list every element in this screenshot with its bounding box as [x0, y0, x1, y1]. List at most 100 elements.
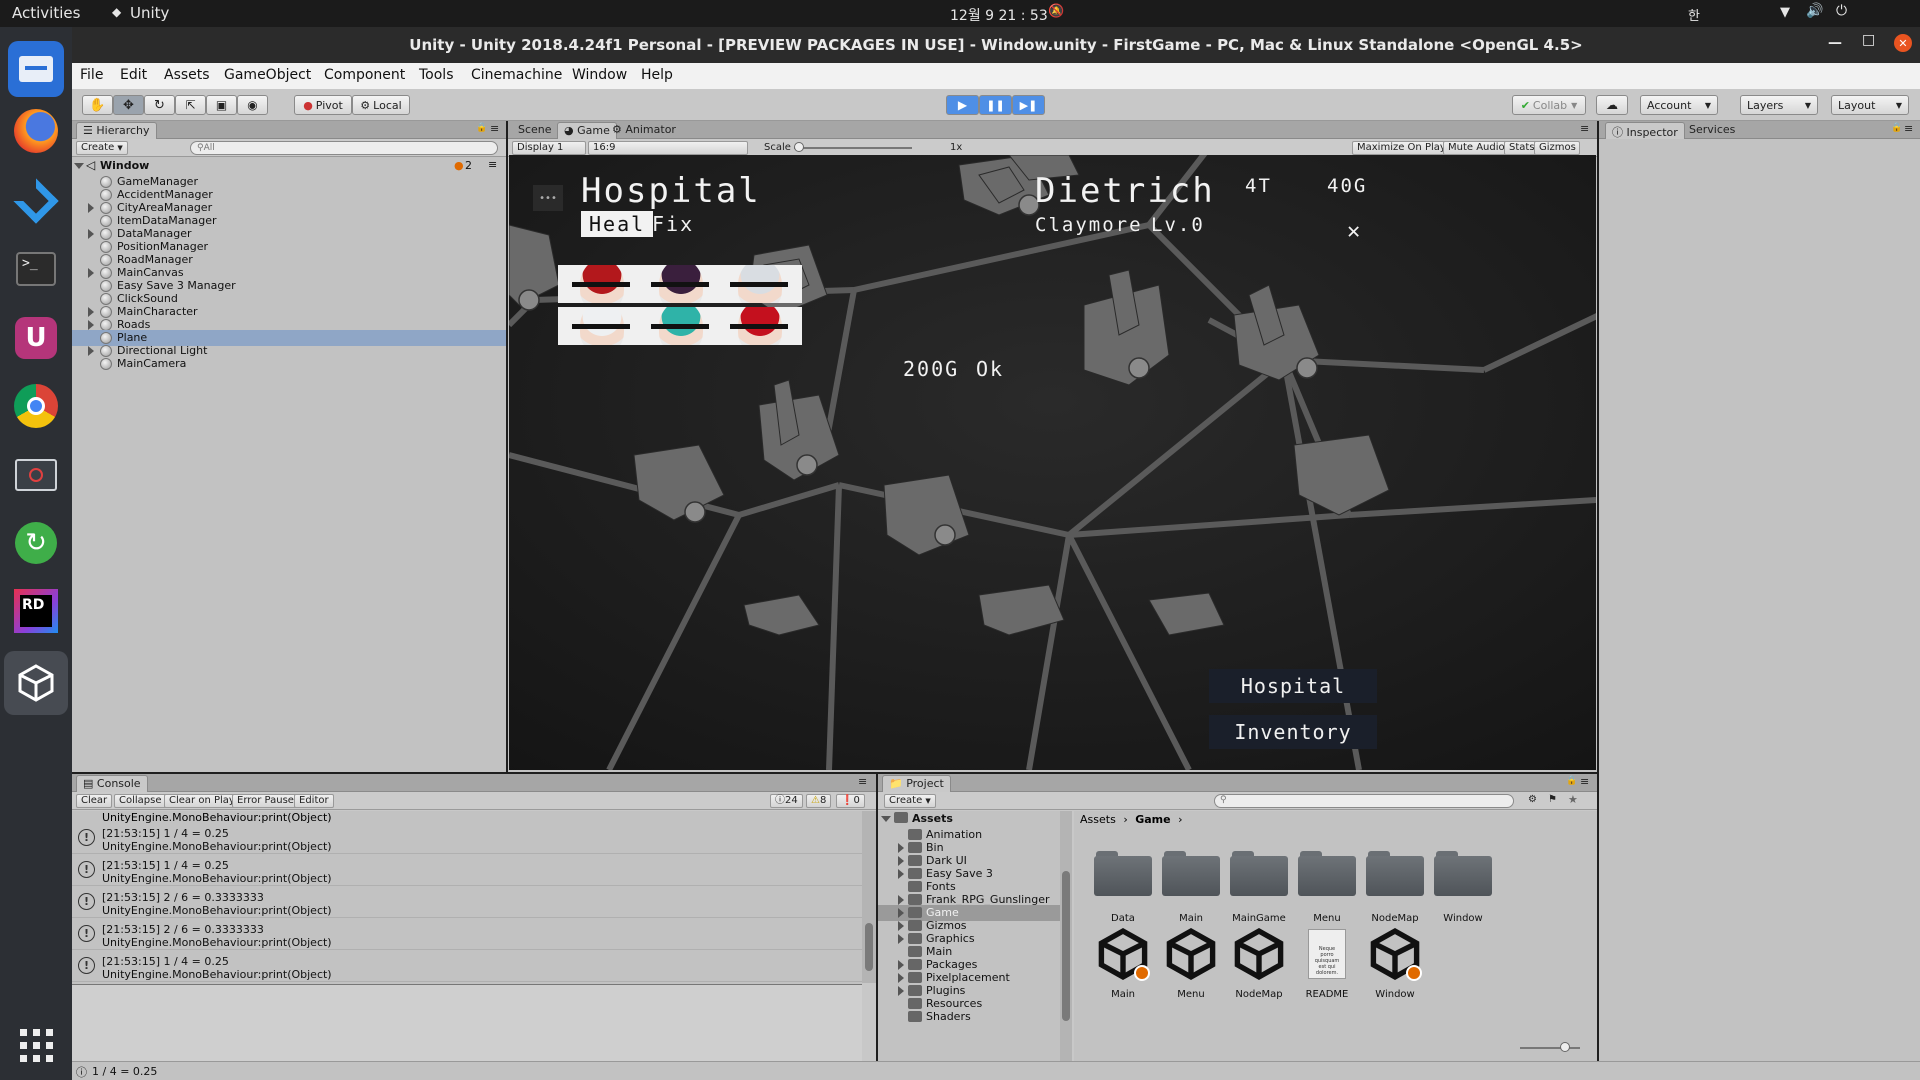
scale-slider-thumb[interactable]: [794, 142, 804, 152]
game-render-area[interactable]: ••• Hospital Heal Fix Dietrich Claymore …: [509, 155, 1596, 770]
layout-dropdown[interactable]: Layout ▼: [1831, 95, 1909, 115]
tab-services[interactable]: Services: [1683, 122, 1741, 139]
gizmos-dropdown[interactable]: Gizmos: [1534, 141, 1580, 155]
pivot-toggle[interactable]: ● Pivot: [294, 95, 352, 115]
tab-animator[interactable]: ⚙ Animator: [606, 122, 682, 139]
menu-tools[interactable]: Tools: [419, 67, 454, 83]
tab-scene[interactable]: Scene: [512, 122, 558, 139]
expand-arrow-icon[interactable]: [88, 320, 94, 330]
expand-arrow-icon[interactable]: [898, 843, 904, 853]
unity-scene-icon[interactable]: [1164, 927, 1218, 981]
panel-menu-icon[interactable]: ≡: [1580, 122, 1589, 135]
expand-arrow-icon[interactable]: [88, 229, 94, 239]
expand-arrow-icon[interactable]: [898, 895, 904, 905]
editor-dropdown[interactable]: Editor: [294, 794, 334, 808]
expand-arrow-icon[interactable]: [898, 960, 904, 970]
unity-scene-icon[interactable]: [1096, 927, 1150, 981]
hierarchy-create-button[interactable]: Create ▼: [76, 141, 128, 155]
tree-scroll-thumb[interactable]: [1062, 871, 1070, 1021]
minimize-icon[interactable]: —: [1828, 35, 1842, 51]
window-title-bar[interactable]: Unity - Unity 2018.4.24f1 Personal - [PR…: [72, 27, 1920, 63]
expand-arrow-icon[interactable]: [74, 163, 84, 169]
party-portrait[interactable]: [558, 307, 644, 345]
close-icon[interactable]: ✕: [1347, 219, 1362, 244]
pause-button[interactable]: ❚❚: [979, 95, 1012, 115]
layers-dropdown[interactable]: Layers ▼: [1740, 95, 1818, 115]
step-button[interactable]: ▶❚: [1012, 95, 1045, 115]
expand-arrow-icon[interactable]: [898, 934, 904, 944]
rect-tool-icon[interactable]: ▣: [206, 95, 237, 115]
party-portrait[interactable]: [558, 265, 644, 303]
vscode-icon[interactable]: [8, 173, 64, 229]
activities-button[interactable]: Activities: [12, 4, 80, 22]
close-window-icon[interactable]: ✕: [1894, 34, 1912, 52]
info-filter-toggle[interactable]: ⓘ24: [770, 794, 803, 808]
expand-arrow-icon[interactable]: [898, 986, 904, 996]
unity-dock-icon[interactable]: [4, 651, 68, 715]
menu-gameobject[interactable]: GameObject: [224, 67, 311, 83]
project-search-input[interactable]: ⚲: [1214, 794, 1514, 808]
filter-label-icon[interactable]: ⚑: [1548, 794, 1557, 805]
expand-arrow-icon[interactable]: [898, 973, 904, 983]
tab-inspector[interactable]: ⓘ Inspector: [1605, 122, 1685, 139]
aspect-dropdown[interactable]: 16:9: [588, 141, 748, 155]
breadcrumb-assets[interactable]: Assets: [1080, 813, 1116, 826]
scale-slider[interactable]: [794, 147, 912, 149]
expand-arrow-icon[interactable]: [898, 908, 904, 918]
assets-root-row[interactable]: Assets: [878, 811, 1060, 827]
icon-size-slider-thumb[interactable]: [1560, 1042, 1570, 1052]
favorites-star-icon[interactable]: ★: [1568, 793, 1578, 806]
menu-file[interactable]: File: [80, 67, 103, 83]
readme-document-icon[interactable]: Neque porro quisquam est qui dolorem.: [1308, 929, 1346, 979]
project-create-button[interactable]: Create ▼: [884, 794, 936, 808]
tree-scrollbar[interactable]: [1060, 811, 1072, 1061]
expand-arrow-icon[interactable]: [898, 856, 904, 866]
folder-icon[interactable]: [1230, 851, 1288, 896]
expand-arrow-icon[interactable]: [88, 268, 94, 278]
scene-menu-icon[interactable]: ≡: [488, 158, 497, 171]
lock-icon[interactable]: 🔒: [1566, 776, 1577, 786]
console-log-row[interactable]: ! [21:53:15] 1 / 4 = 0.25 UnityEngine.Mono…: [72, 822, 862, 854]
menu-cinemachine[interactable]: Cinemachine: [471, 67, 562, 83]
console-log-row[interactable]: ! [21:53:15] 1 / 4 = 0.25 UnityEngine.Mono…: [72, 950, 862, 982]
console-log-row[interactable]: ! [21:53:15] 2 / 6 = 0.3333333 UnityEngine…: [72, 886, 862, 918]
hospital-button[interactable]: Hospital: [1209, 669, 1377, 703]
scale-tool-icon[interactable]: ⇱: [175, 95, 206, 115]
panel-menu-icon[interactable]: ≡: [490, 122, 499, 135]
hand-tool-icon[interactable]: ✋: [82, 95, 113, 115]
expand-arrow-icon[interactable]: [898, 869, 904, 879]
expand-arrow-icon[interactable]: [88, 203, 94, 213]
inventory-button[interactable]: Inventory: [1209, 715, 1377, 749]
tab-console[interactable]: ▤ Console: [76, 775, 148, 792]
lock-icon[interactable]: 🔒: [1891, 123, 1902, 133]
options-menu-icon[interactable]: •••: [533, 185, 563, 211]
chrome-icon[interactable]: [8, 378, 64, 434]
confirm-ok-button[interactable]: Ok: [976, 357, 1004, 381]
panel-menu-icon[interactable]: ≡: [858, 775, 867, 788]
collapse-button[interactable]: Collapse: [114, 794, 167, 808]
menu-window[interactable]: Window: [572, 67, 627, 83]
console-log-row[interactable]: ! [21:53:15] 2 / 6 = 0.3333333 UnityEngine…: [72, 918, 862, 950]
party-portrait[interactable]: [716, 265, 802, 303]
unity-scene-icon[interactable]: [1232, 927, 1286, 981]
warning-filter-toggle[interactable]: ⚠8: [806, 794, 832, 808]
firefox-icon[interactable]: [8, 103, 64, 159]
breadcrumb-game[interactable]: Game: [1135, 813, 1170, 826]
rider-icon[interactable]: RD: [8, 583, 64, 639]
lock-icon[interactable]: 🔒: [476, 123, 487, 133]
folder-icon[interactable]: [1434, 851, 1492, 896]
transform-tool-icon[interactable]: ◉: [237, 95, 268, 115]
ubuntu-software-icon[interactable]: U: [8, 310, 64, 366]
party-portrait[interactable]: [637, 265, 723, 303]
app-menu-label[interactable]: Unity: [130, 4, 169, 22]
party-portrait[interactable]: [637, 307, 723, 345]
maximize-on-play-toggle[interactable]: Maximize On Play: [1352, 141, 1451, 155]
play-button[interactable]: ▶: [946, 95, 979, 115]
console-log-row[interactable]: ! [21:53:15] 1 / 4 = 0.25 UnityEngine.Mono…: [72, 854, 862, 886]
software-updater-icon[interactable]: ↻: [8, 515, 64, 571]
scene-root-row[interactable]: ◁ Window ● 2 ≡: [72, 158, 506, 174]
screenshot-icon[interactable]: [8, 447, 64, 503]
show-applications-icon[interactable]: [8, 1017, 64, 1073]
mute-audio-toggle[interactable]: Mute Audio: [1443, 141, 1510, 155]
error-filter-toggle[interactable]: ❗0: [836, 794, 865, 808]
